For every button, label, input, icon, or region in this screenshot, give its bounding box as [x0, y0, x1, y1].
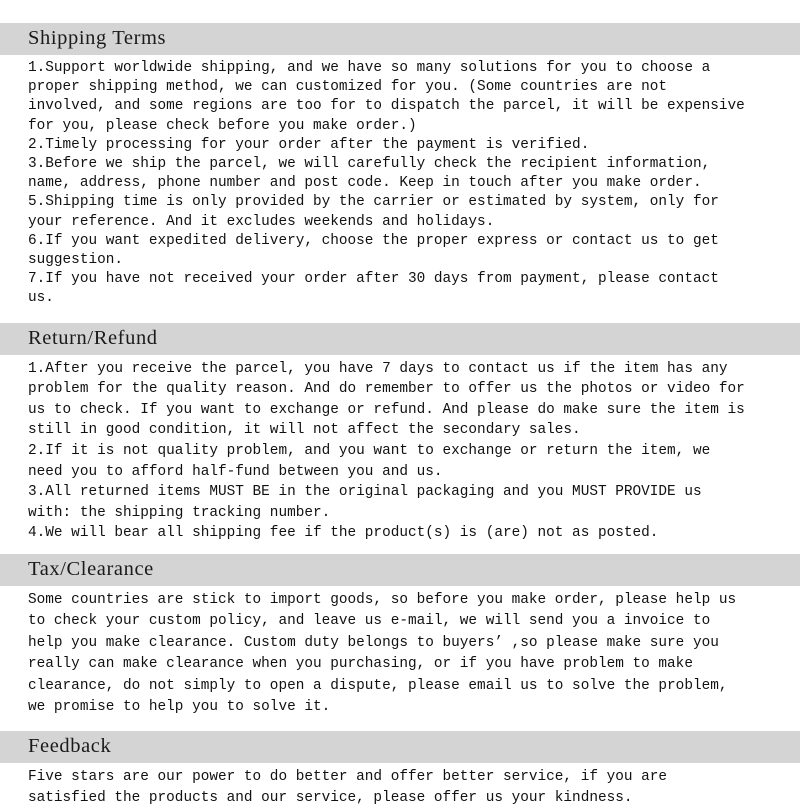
policy-line: 2.Timely processing for your order after…: [28, 136, 590, 153]
section-tax-clearance: Tax/Clearance Some countries are stick to…: [0, 553, 800, 719]
policy-line: 3.Before we ship the parcel, we will car…: [28, 156, 711, 173]
policy-page: Shipping Terms 1.Support worldwide shippi…: [0, 0, 800, 806]
policy-line: involved, and some regions are too for t…: [28, 98, 745, 115]
policy-line: 1.Support worldwide shipping, and we hav…: [28, 60, 711, 76]
policy-line: suggestion.: [28, 252, 123, 269]
policy-line: we promise to help you to solve it.: [28, 699, 331, 716]
section-body-feedback: Five stars are our power to do better an…: [0, 763, 800, 809]
section-header-return-refund: Return/Refund: [0, 322, 800, 355]
policy-line: name, address, phone number and post cod…: [28, 175, 702, 192]
sections-container: Shipping Terms 1.Support worldwide shippi…: [0, 23, 800, 809]
page-top-spacer: [0, 0, 800, 23]
section-header-shipping-terms: Shipping Terms: [0, 23, 800, 55]
policy-line: for you, please check before you make or…: [28, 117, 417, 134]
policy-line: 6.If you want expedited delivery, choose…: [28, 232, 719, 249]
policy-line: need you to afford half-fund between you…: [28, 463, 443, 480]
policy-line: us.: [28, 290, 54, 307]
section-heading-text: Feedback: [28, 734, 112, 757]
section-heading-text: Shipping Terms: [28, 27, 167, 49]
section-heading-text: Tax/Clearance: [28, 557, 154, 580]
policy-line: problem for the quality reason. And do r…: [28, 381, 745, 398]
policy-line: help you make clearance. Custom duty bel…: [28, 634, 719, 651]
policy-line: 3.All returned items MUST BE in the orig…: [28, 484, 702, 501]
policy-line: us to check. If you want to exchange or …: [28, 401, 745, 418]
policy-line: your reference. And it excludes weekends…: [28, 213, 495, 230]
policy-line: satisfied the products and our service, …: [28, 789, 633, 806]
policy-line: 7.If you have not received your order af…: [28, 271, 719, 288]
section-body-shipping-terms: 1.Support worldwide shipping, and we hav…: [0, 55, 800, 309]
section-heading-text: Return/Refund: [28, 326, 158, 349]
policy-line: proper shipping method, we can customize…: [28, 79, 668, 96]
policy-line: 1.After you receive the parcel, you have…: [28, 360, 728, 377]
policy-line: Some countries are stick to import goods…: [28, 591, 737, 608]
section-body-tax-clearance: Some countries are stick to import goods…: [0, 586, 800, 719]
section-body-return-refund: 1.After you receive the parcel, you have…: [0, 355, 800, 544]
policy-line: 4.We will bear all shipping fee if the p…: [28, 525, 659, 542]
section-return-refund: Return/Refund 1.After you receive the par…: [0, 322, 800, 544]
policy-line: clearance, do not simply to open a dispu…: [28, 677, 728, 694]
policy-line: 2.If it is not quality problem, and you …: [28, 443, 711, 460]
policy-line: to check your custom policy, and leave u…: [28, 613, 711, 630]
section-feedback: Feedback Five stars are our power to do b…: [0, 730, 800, 809]
policy-line: still in good condition, it will not aff…: [28, 422, 581, 439]
section-header-feedback: Feedback: [0, 730, 800, 763]
section-header-tax-clearance: Tax/Clearance: [0, 553, 800, 586]
policy-line: Five stars are our power to do better an…: [28, 768, 668, 785]
policy-line: really can make clearance when you purch…: [28, 656, 693, 673]
policy-line: with: the shipping tracking number.: [28, 504, 331, 521]
policy-line: 5.Shipping time is only provided by the …: [28, 194, 719, 211]
section-shipping-terms: Shipping Terms 1.Support worldwide shippi…: [0, 23, 800, 309]
